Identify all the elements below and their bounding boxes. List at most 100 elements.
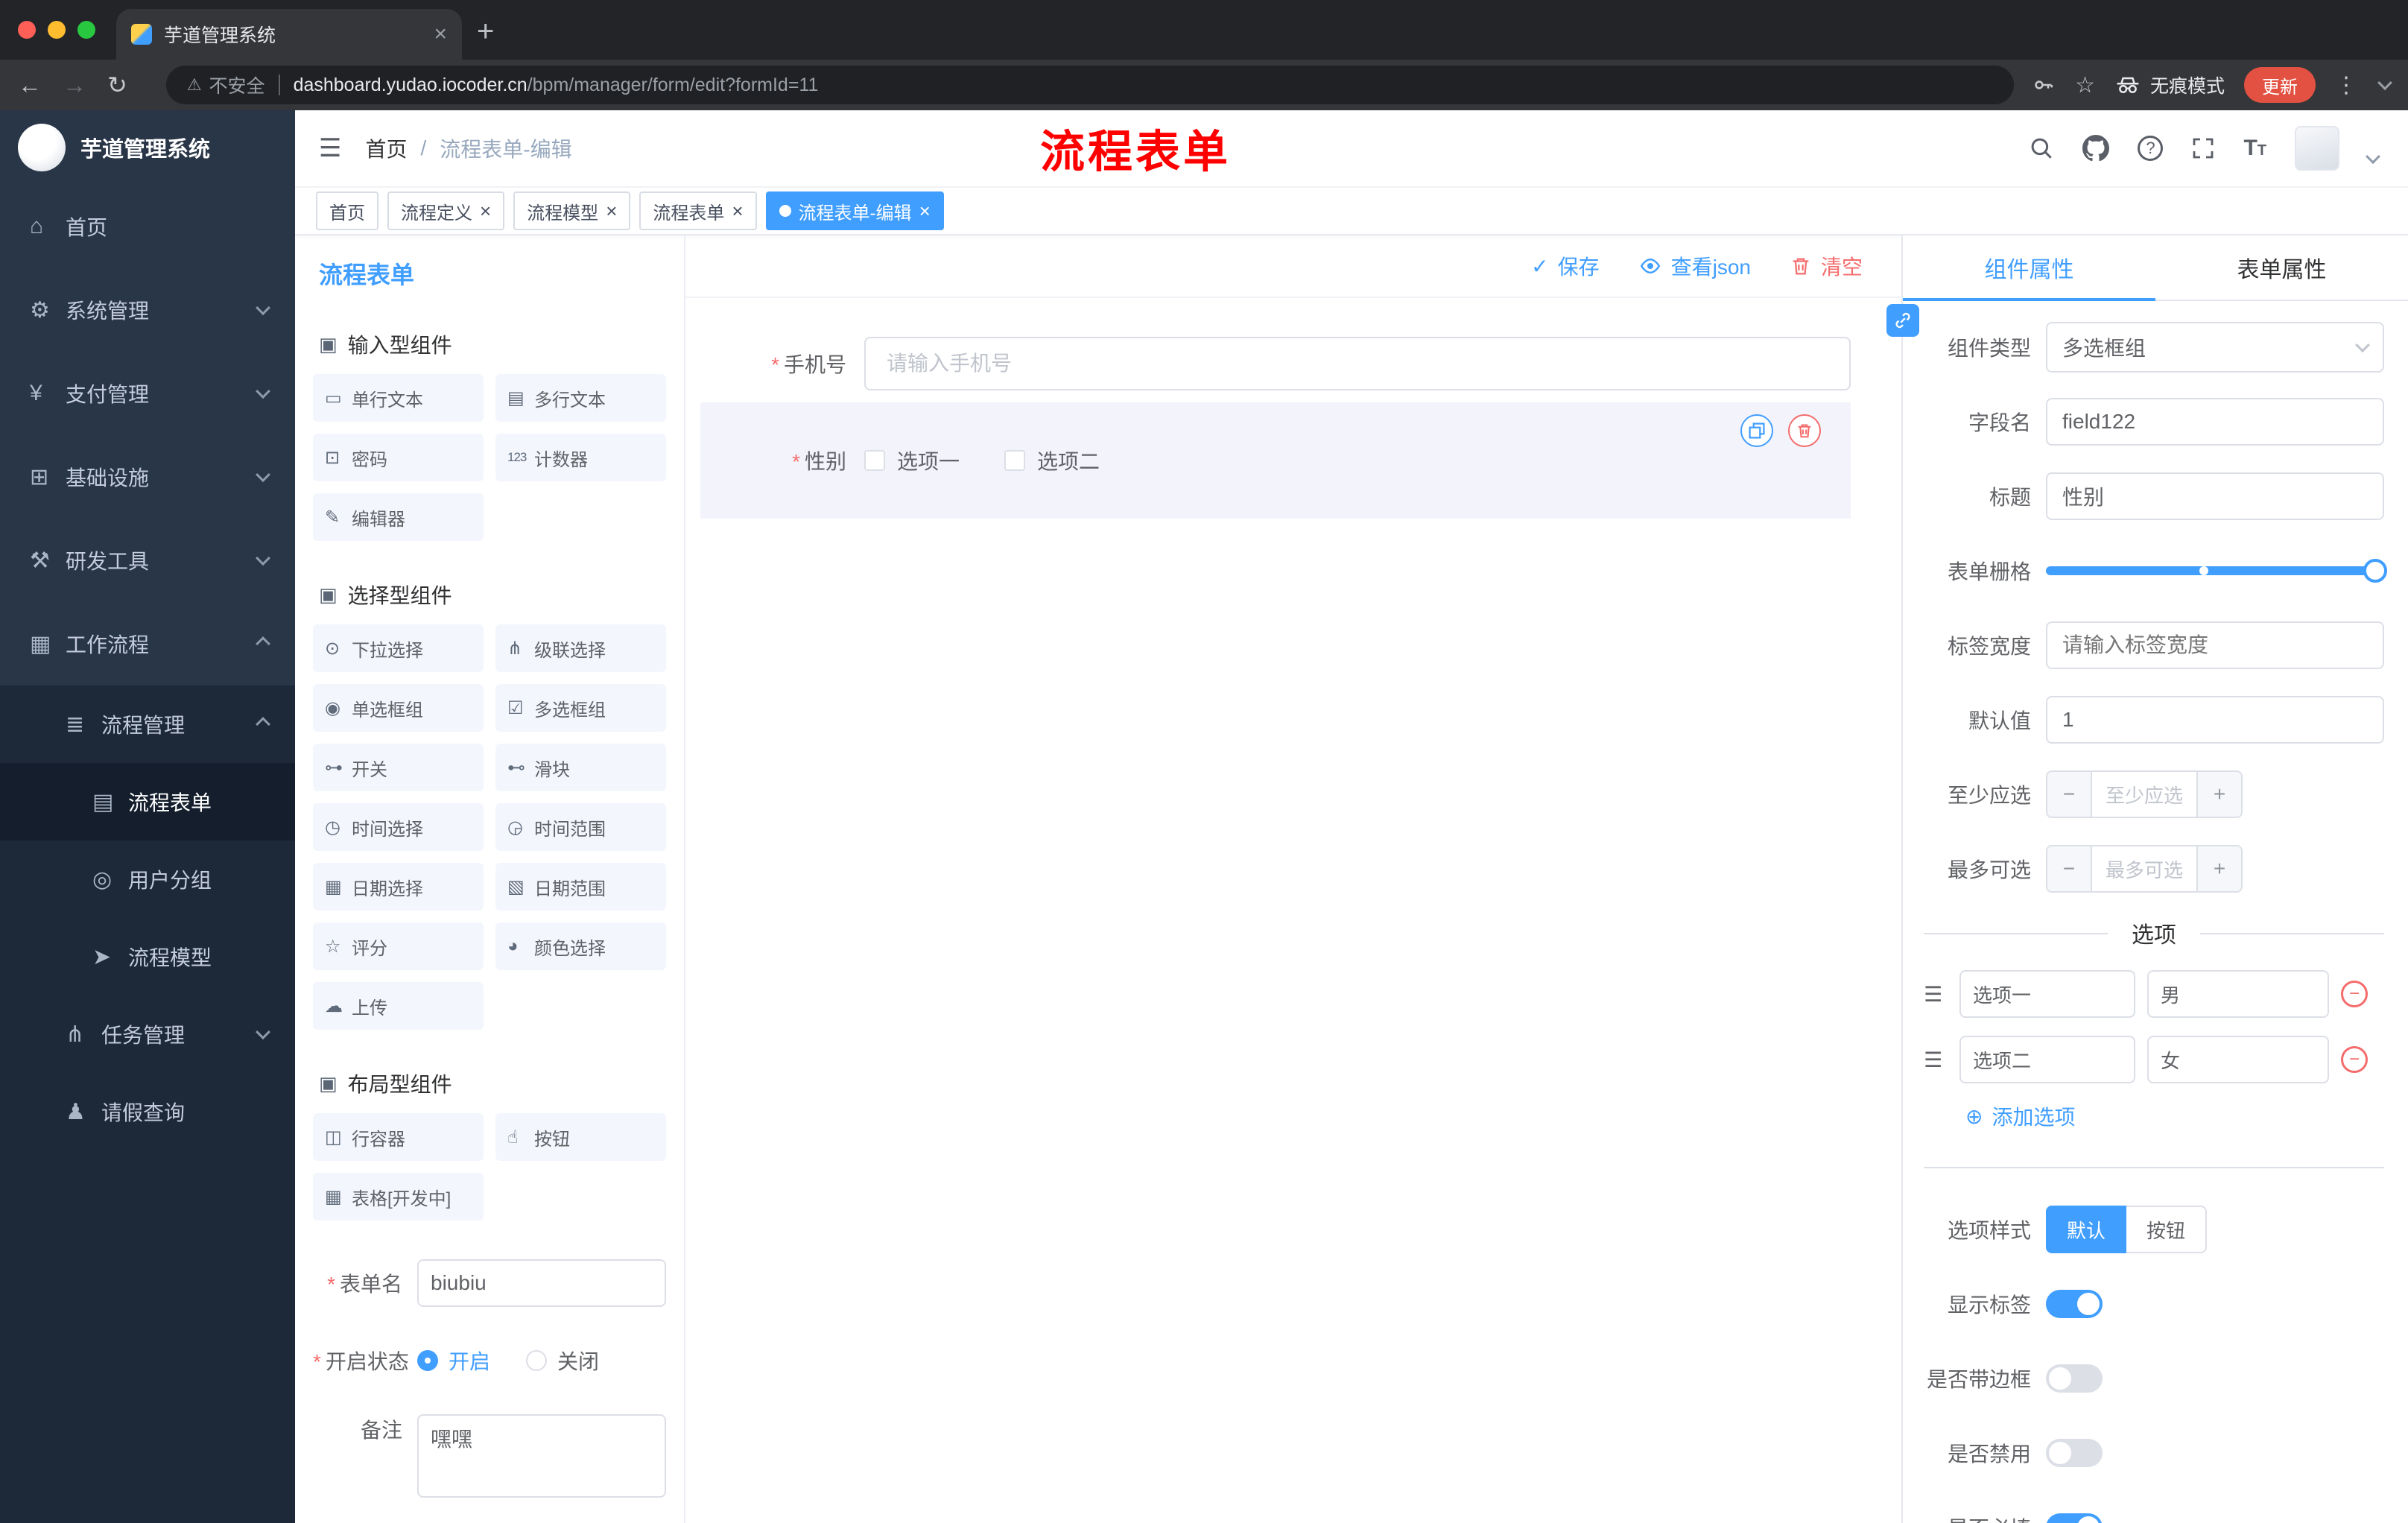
palette-item-select[interactable]: ⊙ 下拉选择 [313,624,484,672]
sidebar-item-process-model[interactable]: ➤ 流程模型 [0,918,295,995]
bookmark-star-icon[interactable]: ☆ [2075,72,2095,98]
user-avatar[interactable] [2295,126,2339,171]
close-window-button[interactable] [18,21,36,39]
stepper-increase-button[interactable]: + [2196,772,2241,817]
sidebar-item-task-management[interactable]: ⋔ 任务管理 [0,995,295,1073]
tab-close-icon[interactable]: × [434,23,447,45]
browser-tab[interactable]: 芋道管理系统 × [116,9,462,60]
font-size-icon[interactable]: TT [2243,136,2266,161]
palette-item-editor[interactable]: ✎ 编辑器 [313,493,484,541]
palette-item-table[interactable]: ▦ 表格[开发中] [313,1173,484,1220]
selected-field-block[interactable]: * 性别 选项一 选项二 [700,402,1851,519]
phone-field-row[interactable]: * 手机号 [700,337,1851,390]
checkbox-option-2[interactable]: 选项二 [1004,446,1100,475]
show-label-toggle[interactable] [2046,1290,2103,1318]
sidebar-item-system-management[interactable]: ⚙ 系统管理 [0,268,295,352]
form-name-input[interactable] [417,1259,666,1307]
tag-process-form-edit[interactable]: 流程表单-编辑 × [765,191,944,230]
tag-close-icon[interactable]: × [480,201,491,221]
palette-item-radio-group[interactable]: ◉ 单选框组 [313,684,484,732]
tag-home[interactable]: 首页 [316,191,378,230]
sidebar-item-leave-query[interactable]: ♟ 请假查询 [0,1073,295,1150]
palette-item-password[interactable]: ⊡ 密码 [313,434,484,481]
checkbox-option-1[interactable]: 选项一 [864,446,960,475]
tag-process-model[interactable]: 流程模型 × [513,191,631,230]
avatar-chevron-icon[interactable] [2366,149,2380,165]
palette-item-switch[interactable]: ⊶ 开关 [313,744,484,791]
palette-item-single-text[interactable]: ▭ 单行文本 [313,374,484,422]
drag-handle-icon[interactable]: ☰ [1924,982,1948,1007]
back-icon[interactable]: ← [18,73,42,97]
default-value-input[interactable] [2046,696,2384,744]
remove-option-button[interactable]: − [2341,1046,2368,1073]
palette-item-time-range[interactable]: ◶ 时间范围 [495,803,666,851]
option-2-label-input[interactable] [1959,1036,2135,1083]
style-default-button[interactable]: 默认 [2046,1206,2126,1253]
disabled-toggle[interactable] [2046,1439,2103,1467]
title-input[interactable] [2046,472,2384,520]
browser-update-button[interactable]: 更新 [2244,67,2316,103]
option-1-label-input[interactable] [1959,970,2135,1018]
tab-component-props[interactable]: 组件属性 [1903,235,2155,301]
tab-form-props[interactable]: 表单属性 [2155,235,2408,300]
sidebar-item-workflow[interactable]: ▦ 工作流程 [0,602,295,685]
delete-field-button[interactable] [1788,414,1821,447]
option-1-value-input[interactable] [2147,970,2329,1018]
clear-button[interactable]: 清空 [1790,251,1863,281]
minimize-window-button[interactable] [48,21,66,39]
border-toggle[interactable] [2046,1364,2103,1393]
palette-item-time-picker[interactable]: ◷ 时间选择 [313,803,484,851]
tag-close-icon[interactable]: × [919,201,931,221]
palette-item-upload[interactable]: ☁ 上传 [313,982,484,1030]
palette-item-counter[interactable]: 123 计数器 [495,434,666,481]
radio-status-on[interactable]: 开启 [417,1346,490,1375]
search-icon[interactable] [2029,136,2054,161]
sidebar-item-process-form[interactable]: ▤ 流程表单 [0,763,295,840]
stepper-increase-button[interactable]: + [2196,846,2241,891]
palette-item-cascader[interactable]: ⋔ 级联选择 [495,624,666,672]
min-select-value[interactable]: 至少应选 [2092,772,2196,817]
sidebar-item-payment-management[interactable]: ¥ 支付管理 [0,352,295,435]
slider-handle[interactable] [2363,559,2387,583]
drag-handle-icon[interactable]: ☰ [1924,1048,1948,1072]
zoom-window-button[interactable] [77,21,95,39]
field-name-input[interactable] [2046,398,2384,446]
sidebar-item-user-groups[interactable]: ◎ 用户分组 [0,840,295,918]
view-json-button[interactable]: 查看json [1638,251,1751,281]
max-select-value[interactable]: 最多可选 [2092,846,2196,891]
reload-icon[interactable]: ↻ [107,73,127,97]
sidebar-item-home[interactable]: ⌂ 首页 [0,185,295,268]
palette-item-date-picker[interactable]: ▦ 日期选择 [313,863,484,911]
required-toggle[interactable] [2046,1513,2103,1523]
form-remark-textarea[interactable]: 嘿嘿 [417,1414,666,1498]
sidebar-logo[interactable]: 芋道管理系统 [0,110,295,185]
sidebar-item-infrastructure[interactable]: ⊞ 基础设施 [0,435,295,519]
github-icon[interactable] [2082,135,2110,162]
forward-icon[interactable]: → [63,73,86,97]
palette-item-color-picker[interactable]: ◕ 颜色选择 [495,922,666,970]
add-option-button[interactable]: ⊕ 添加选项 [1965,1101,2384,1131]
breadcrumb-home[interactable]: 首页 [365,133,407,163]
browser-menu-icon[interactable]: ⋮ [2335,72,2357,98]
tag-process-definition[interactable]: 流程定义 × [387,191,505,230]
palette-item-button[interactable]: ☝ 按钮 [495,1113,666,1161]
palette-item-date-range[interactable]: ▧ 日期范围 [495,863,666,911]
stepper-decrease-button[interactable]: − [2047,846,2092,891]
sidebar-item-dev-tools[interactable]: ⚒ 研发工具 [0,519,295,602]
palette-item-row-container[interactable]: ◫ 行容器 [313,1113,484,1161]
chevron-down-icon[interactable] [2377,75,2392,91]
fullscreen-icon[interactable] [2191,136,2215,160]
copy-field-button[interactable] [1740,414,1773,447]
sidebar-toggle-icon[interactable]: ☰ [295,133,365,163]
remove-option-button[interactable]: − [2341,981,2368,1007]
form-grid-slider[interactable] [2046,547,2387,595]
stepper-decrease-button[interactable]: − [2047,772,2092,817]
password-key-icon[interactable] [2032,73,2056,97]
address-bar[interactable]: ⚠ 不安全 dashboard.yudao.iocoder.cn /bpm/ma… [165,66,2015,104]
label-width-input[interactable] [2046,621,2384,669]
palette-item-slider[interactable]: ⊷ 滑块 [495,744,666,791]
palette-item-checkbox-group[interactable]: ☑ 多选框组 [495,684,666,732]
link-handle-button[interactable] [1886,304,1919,337]
phone-input[interactable] [864,337,1851,390]
save-button[interactable]: ✓ 保存 [1531,251,1599,281]
